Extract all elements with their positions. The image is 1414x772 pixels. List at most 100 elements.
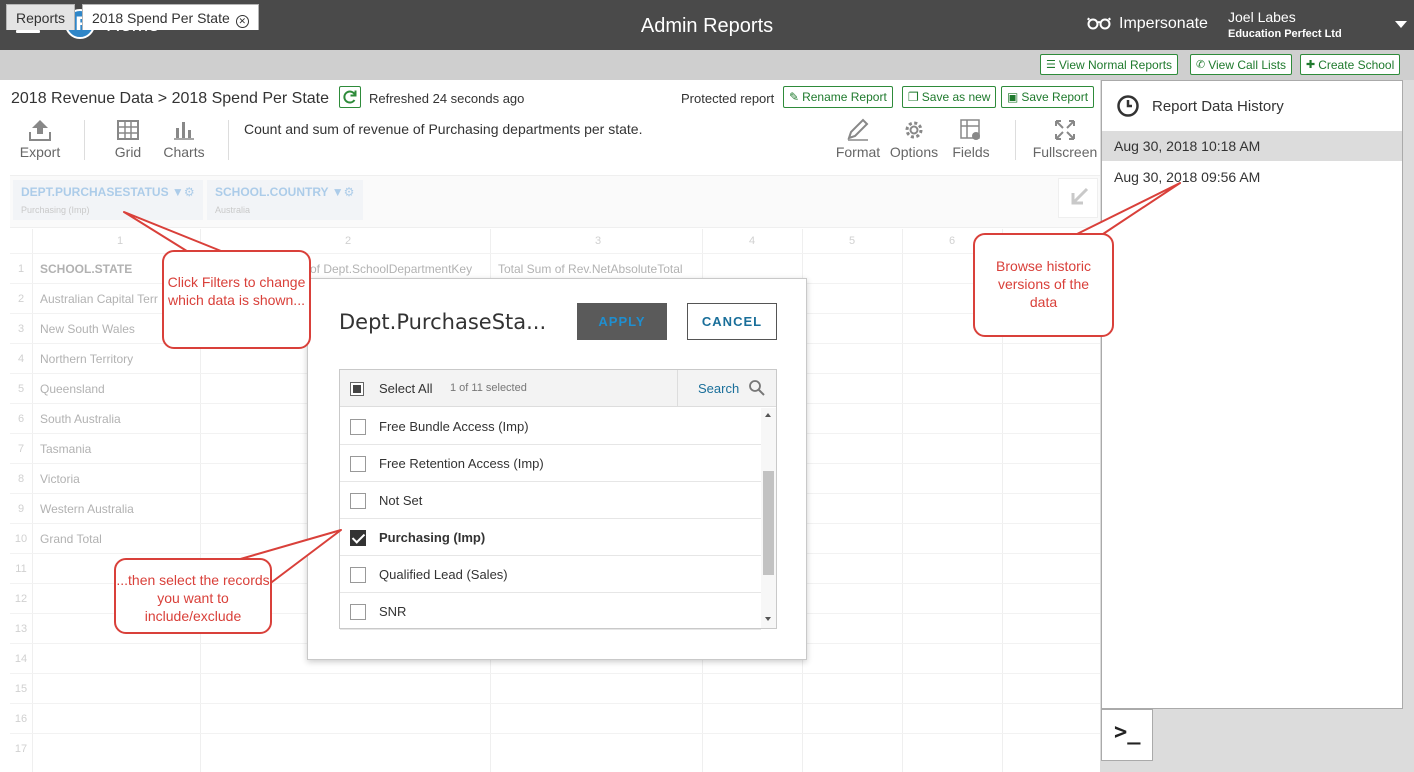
row-number: 3 (17, 323, 25, 335)
grid-header-cell[interactable]: Total Sum of Rev.NetAbsoluteTotal (498, 262, 683, 276)
format-pencil-icon (847, 118, 869, 141)
console-button[interactable]: >_ (1101, 709, 1153, 761)
grid-state-cell[interactable]: New South Wales (40, 322, 135, 336)
create-school-button[interactable]: ✚ Create School (1300, 54, 1401, 75)
filter-option-label[interactable]: Free Bundle Access (Imp) (379, 419, 529, 434)
refresh-glyph-icon (343, 90, 357, 104)
user-name[interactable]: Joel Labes (1228, 9, 1296, 25)
filter-option-label[interactable]: SNR (379, 604, 406, 619)
charts-button[interactable]: Charts (162, 118, 206, 160)
save-report-label: Save Report (1021, 90, 1089, 104)
list-icon: ☰ (1046, 59, 1056, 71)
row-number: 2 (17, 293, 25, 305)
filter-option-checkbox[interactable] (350, 493, 366, 509)
tab-close-icon[interactable]: ✕ (235, 15, 249, 28)
row-number: 7 (17, 443, 25, 455)
filter-option-checkbox[interactable] (350, 567, 366, 583)
row-number: 12 (14, 593, 28, 605)
toolbar-divider (1015, 120, 1016, 160)
filter-option[interactable]: Purchasing (Imp) (340, 519, 761, 556)
row-number: 10 (14, 533, 28, 545)
view-normal-reports-button[interactable]: ☰ View Normal Reports (1040, 54, 1179, 75)
filter-option-checkbox[interactable] (350, 419, 366, 435)
impersonate-button[interactable]: Impersonate (1087, 15, 1208, 33)
user-menu-caret-icon[interactable] (1395, 21, 1407, 28)
callout-history: Browse historic versions of the data (973, 233, 1114, 337)
row-number: 1 (17, 263, 25, 275)
filter-option-label[interactable]: Qualified Lead (Sales) (379, 567, 508, 582)
grid-label: Grid (114, 144, 142, 160)
charts-label: Charts (163, 144, 205, 160)
filter-chip-country[interactable]: SCHOOL.COUNTRY ▼⚙ Australia (207, 180, 363, 220)
grid-state-cell[interactable]: Tasmania (40, 442, 91, 456)
apply-button[interactable]: APPLY (577, 303, 667, 340)
filter-value: Australia (215, 205, 251, 215)
filter-funnel-icon[interactable]: ▼ (332, 185, 344, 199)
filter-option-label[interactable]: Not Set (379, 493, 422, 508)
filter-option-label[interactable]: Free Retention Access (Imp) (379, 456, 544, 471)
grid-state-cell[interactable]: South Australia (40, 412, 121, 426)
history-item[interactable]: Aug 30, 2018 10:18 AM (1102, 131, 1402, 161)
list-scrollbar[interactable] (761, 408, 776, 628)
fields-button[interactable]: Fields (950, 118, 992, 160)
tab-active-report[interactable]: 2018 Spend Per State ✕ (82, 4, 259, 30)
cancel-button[interactable]: CANCEL (687, 303, 777, 340)
grid-row-line (10, 733, 1100, 734)
filter-funnel-icon[interactable]: ▼ (172, 185, 184, 199)
search-button[interactable]: Search (677, 370, 776, 406)
grid-state-cell[interactable]: Queensland (40, 382, 105, 396)
view-call-lists-button[interactable]: ✆ View Call Lists (1190, 54, 1293, 75)
history-item[interactable]: Aug 30, 2018 09:56 AM (1102, 162, 1402, 192)
row-number: 16 (14, 713, 28, 725)
grid-row-line (10, 703, 1100, 704)
filter-option[interactable]: Qualified Lead (Sales) (340, 556, 761, 593)
filter-list-header: Select All 1 of 11 selected Search (340, 370, 776, 407)
export-button[interactable]: Export (18, 118, 62, 160)
filter-option-checkbox[interactable] (350, 456, 366, 472)
select-all-label[interactable]: Select All (379, 381, 432, 396)
refresh-icon[interactable] (339, 86, 361, 108)
fullscreen-button[interactable]: Fullscreen (1032, 118, 1098, 160)
grid-state-cell[interactable]: Western Australia (40, 502, 134, 516)
rename-report-button[interactable]: ✎ Rename Report (783, 86, 893, 108)
filter-dialog-title: Dept.PurchaseSta... (339, 310, 547, 334)
grid-row-line (10, 673, 1100, 674)
select-all-checkbox[interactable] (350, 382, 364, 396)
grid-state-cell[interactable]: Australian Capital Terr (40, 292, 158, 306)
scroll-up-icon[interactable] (765, 413, 771, 417)
grid-state-cell[interactable]: Northern Territory (40, 352, 133, 366)
scroll-down-icon[interactable] (765, 617, 771, 621)
format-button[interactable]: Format (835, 118, 881, 160)
row-number: 17 (14, 743, 28, 755)
filter-name: SCHOOL.COUNTRY (215, 185, 329, 199)
scroll-thumb[interactable] (763, 471, 774, 575)
save-report-button[interactable]: ▣ Save Report (1001, 86, 1095, 108)
view-normal-reports-label: View Normal Reports (1058, 57, 1173, 72)
filter-bar: DEPT.PURCHASESTATUS ▼⚙ Purchasing (Imp) … (10, 175, 1100, 228)
filter-option-checkbox[interactable] (350, 604, 366, 620)
filter-gear-icon[interactable]: ⚙ (344, 185, 355, 199)
save-as-new-button[interactable]: ❐ Save as new (902, 86, 997, 108)
filter-option[interactable]: Free Bundle Access (Imp) (340, 408, 761, 445)
terminal-icon: >_ (1114, 720, 1141, 745)
user-org[interactable]: Education Perfect Ltd (1228, 28, 1342, 40)
grid-button[interactable]: Grid (110, 118, 146, 160)
tab-reports-label: Reports (16, 10, 66, 26)
filter-chip-purchase-status[interactable]: DEPT.PURCHASESTATUS ▼⚙ Purchasing (Imp) (13, 180, 203, 220)
collapse-arrow-icon[interactable] (1058, 178, 1098, 218)
filter-value: Purchasing (Imp) (21, 205, 90, 215)
tab-reports[interactable]: Reports (6, 4, 76, 30)
filter-option[interactable]: Not Set (340, 482, 761, 519)
filter-option[interactable]: Free Retention Access (Imp) (340, 445, 761, 482)
report-data-history-panel: Report Data History Aug 30, 2018 10:18 A… (1101, 80, 1403, 709)
grid-state-cell[interactable]: Victoria (40, 472, 80, 486)
filter-option[interactable]: SNR (340, 593, 761, 630)
grid-header-cell[interactable]: SCHOOL.STATE (40, 262, 132, 276)
grid-header-cell[interactable]: of Dept.SchoolDepartmentKey (310, 262, 472, 276)
column-number: 5 (848, 235, 856, 247)
grid-state-cell[interactable]: Grand Total (40, 532, 102, 546)
filter-option-label[interactable]: Purchasing (Imp) (379, 530, 485, 545)
filter-option-checkbox[interactable] (350, 530, 366, 546)
filter-gear-icon[interactable]: ⚙ (184, 185, 195, 199)
options-button[interactable]: Options (889, 118, 939, 160)
